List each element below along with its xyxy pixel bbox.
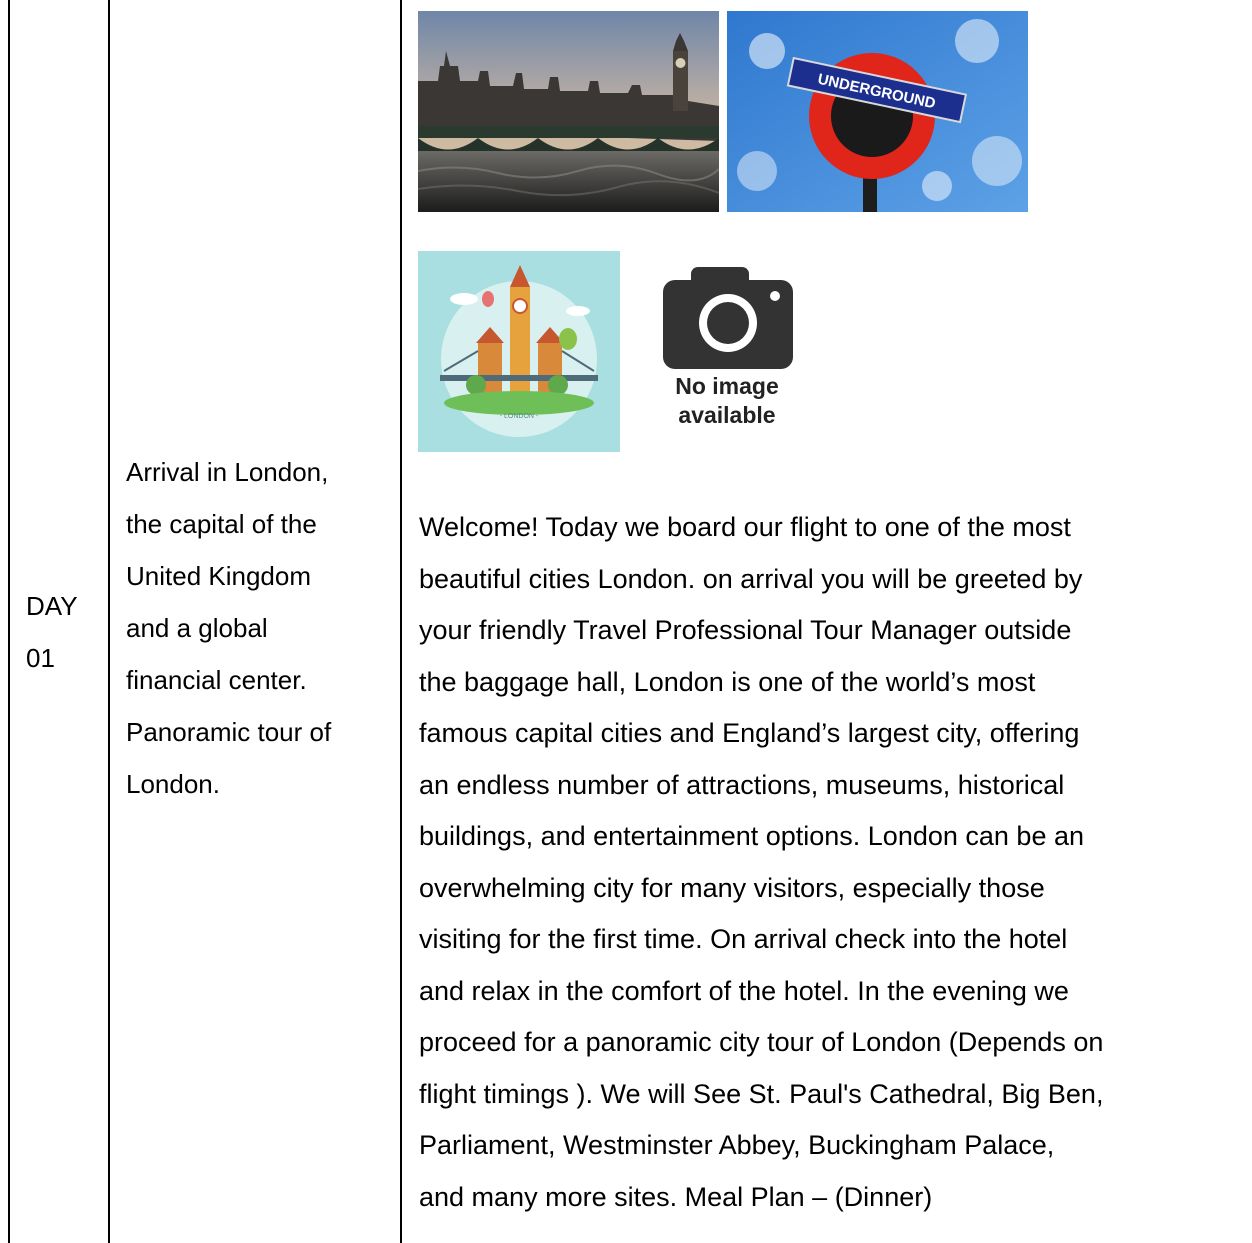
underground-sign-photo: UNDERGROUND <box>727 11 1028 212</box>
summary-line: financial center. <box>126 665 307 695</box>
summary-line: and a global <box>126 613 268 643</box>
description-line: Welcome! Today we board our flight to on… <box>419 512 1071 542</box>
description-line: visiting for the first time. On arrival … <box>419 924 1068 954</box>
description-line: overwhelming city for many visitors, esp… <box>419 872 1045 903</box>
summary-line: London. <box>126 769 220 799</box>
westminster-photo <box>418 11 719 212</box>
description-line: and many more sites. Meal Plan – (Dinner… <box>419 1181 933 1212</box>
summary-line: Arrival in London, <box>126 457 329 487</box>
description-line: Parliament, Westminster Abbey, Buckingha… <box>419 1130 1055 1160</box>
day-cell: DAY 01 <box>26 580 106 684</box>
london-illustration: - LONDON - <box>418 251 620 452</box>
description-line: proceed for a panoramic city tour of Lon… <box>419 1027 1104 1057</box>
day-description: Welcome! Today we board our flight to on… <box>419 502 1243 1223</box>
description-line: buildings, and entertainment options. Lo… <box>419 821 1084 851</box>
no-image-label: No image available <box>660 372 794 430</box>
description-line: the baggage hall, London is one of the w… <box>419 666 1036 697</box>
description-line: famous capital cities and England’s larg… <box>419 718 1080 748</box>
description-line: and relax in the comfort of the hotel. I… <box>419 975 1069 1006</box>
description-line: beautiful cities London. on arrival you … <box>419 563 1083 594</box>
day-label: DAY <box>26 591 78 621</box>
summary-line: United Kingdom <box>126 561 311 591</box>
table-border-summary <box>400 0 402 1243</box>
summary-line: Panoramic tour of <box>126 717 332 747</box>
description-line: your friendly Travel Professional Tour M… <box>419 615 1072 645</box>
day-number: 01 <box>26 643 55 673</box>
table-border-left <box>8 0 10 1243</box>
no-image-line-1: No image <box>675 373 779 399</box>
table-border-day <box>108 0 110 1243</box>
description-line: an endless number of attractions, museum… <box>419 769 1065 800</box>
summary-line: the capital of the <box>126 509 317 539</box>
day-summary: Arrival in London, the capital of the Un… <box>126 446 388 810</box>
description-line: flight timings ). We will See St. Paul's… <box>419 1078 1104 1109</box>
no-image-line-2: available <box>678 402 776 428</box>
camera-icon <box>663 267 793 369</box>
london-illustration-caption: - LONDON - <box>500 413 539 420</box>
